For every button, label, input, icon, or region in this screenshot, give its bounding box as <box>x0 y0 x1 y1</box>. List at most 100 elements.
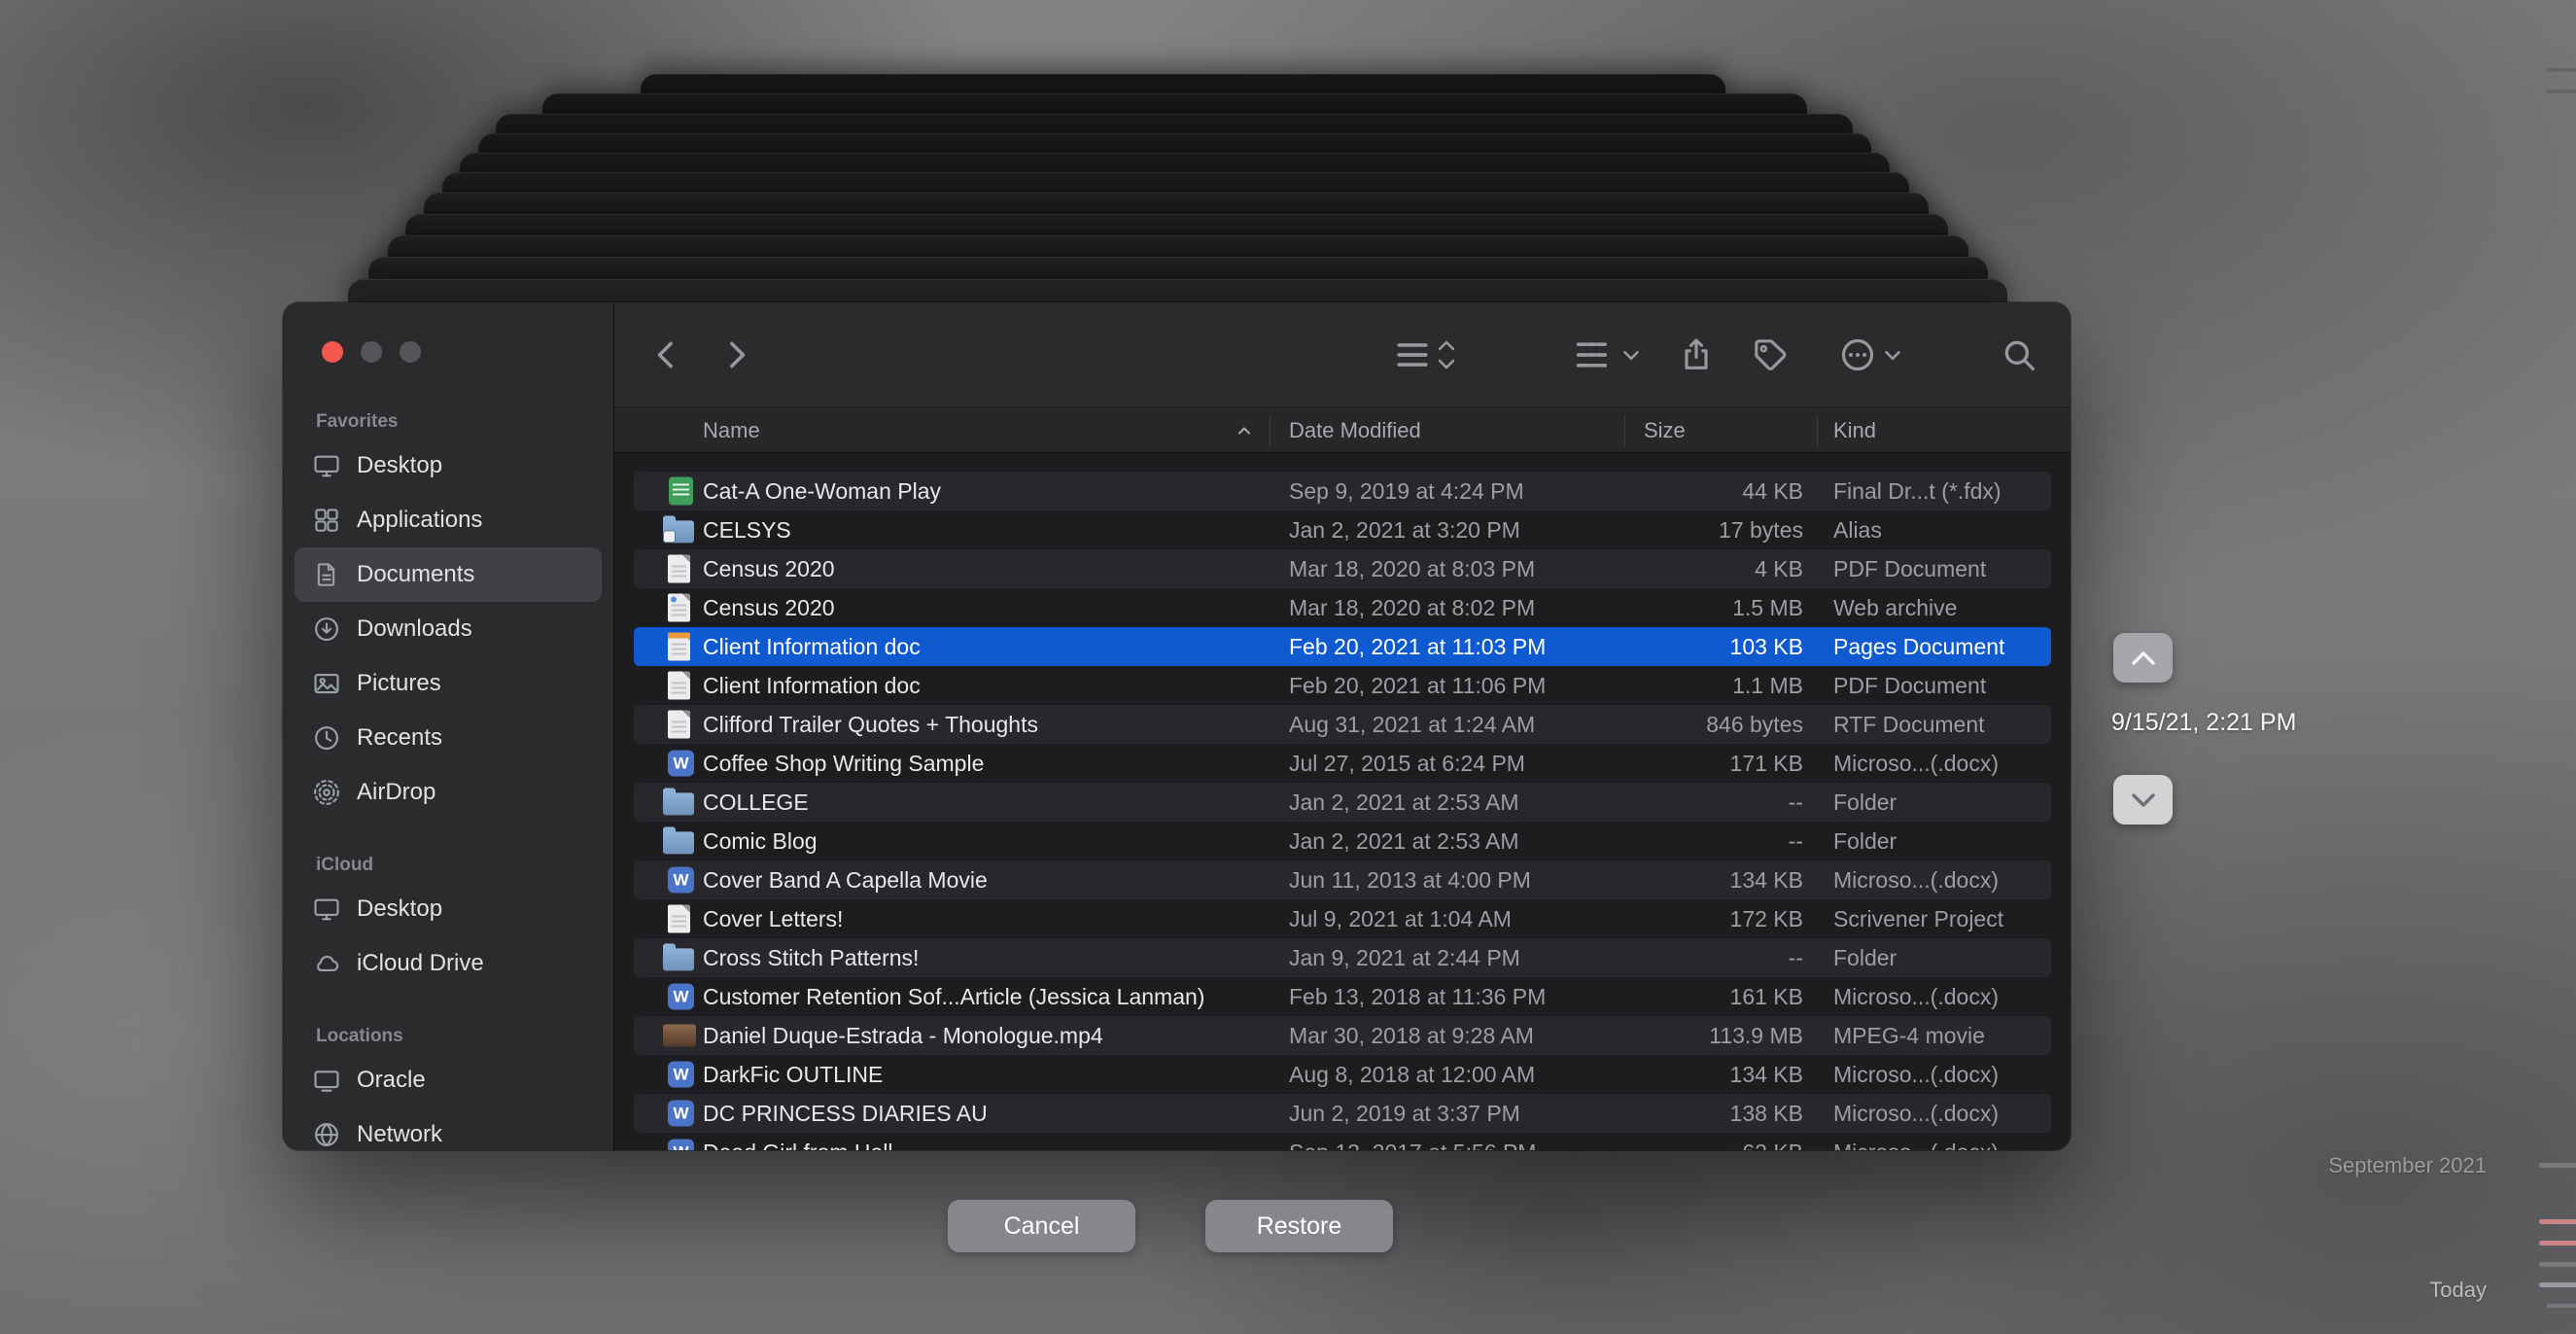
file-row[interactable]: Cover Band A Capella MovieJun 11, 2013 a… <box>634 860 2051 899</box>
view-options-stepper-icon[interactable] <box>1434 334 1459 376</box>
file-date-modified: Jan 2, 2021 at 2:53 AM <box>1289 822 1519 860</box>
sidebar-item-network[interactable]: Network <box>295 1107 602 1150</box>
forward-icon[interactable] <box>716 335 755 374</box>
sidebar-item-airdrop[interactable]: AirDrop <box>295 765 602 820</box>
file-size: 44 KB <box>1606 472 1803 510</box>
more-actions-icon[interactable] <box>1838 335 1877 374</box>
file-row[interactable]: Customer Retention Sof...Article (Jessic… <box>634 977 2051 1016</box>
file-row[interactable]: Daniel Duque-Estrada - Monologue.mp4Mar … <box>634 1016 2051 1055</box>
share-icon[interactable] <box>1677 335 1716 374</box>
timeline-tick[interactable] <box>2539 1219 2576 1224</box>
file-row[interactable]: Client Information docFeb 20, 2021 at 11… <box>634 627 2051 666</box>
cancel-button[interactable]: Cancel <box>948 1200 1135 1252</box>
file-row[interactable]: Census 2020Mar 18, 2020 at 8:03 PM4 KBPD… <box>634 549 2051 588</box>
globe-icon <box>312 1120 341 1149</box>
file-kind: Microso...(.docx) <box>1833 1094 1999 1133</box>
file-row[interactable]: Census 2020Mar 18, 2020 at 8:02 PM1.5 MB… <box>634 588 2051 627</box>
window-controls <box>322 341 421 363</box>
file-kind: RTF Document <box>1833 705 1985 744</box>
timeline-tick[interactable] <box>2547 89 2576 93</box>
recents-icon <box>312 723 341 753</box>
sidebar-item-label: Network <box>357 1121 442 1148</box>
sidebar-item-desktop[interactable]: Desktop <box>295 882 602 936</box>
file-row[interactable]: Client Information doc Feb 20, 2021 at 11… <box>634 666 2051 705</box>
sidebar-item-pictures[interactable]: Pictures <box>295 656 602 711</box>
timeline-back-button[interactable] <box>2113 633 2173 683</box>
file-row[interactable]: Cat-A One-Woman PlaySep 9, 2019 at 4:24 … <box>634 472 2051 510</box>
close-button[interactable] <box>322 341 343 363</box>
timeline-month-label: September 2021 <box>2328 1153 2487 1178</box>
column-header-size[interactable]: Size <box>1644 409 1686 452</box>
word-file-icon <box>668 1062 694 1088</box>
file-row[interactable]: Clifford Trailer Quotes + ThoughtsAug 31… <box>634 705 2051 744</box>
zoom-button <box>400 341 421 363</box>
sidebar-item-documents[interactable]: Documents <box>295 547 602 602</box>
sidebar-item-oracle[interactable]: Oracle <box>295 1053 602 1107</box>
finaldraft-file-icon <box>669 477 693 506</box>
file-kind: MPEG-4 movie <box>1833 1016 1985 1055</box>
file-row[interactable]: Cover Letters!Jul 9, 2021 at 1:04 AM172 … <box>634 899 2051 938</box>
scrivener-file-icon <box>668 905 690 933</box>
column-header-kind[interactable]: Kind <box>1833 409 1876 452</box>
sidebar-item-recents[interactable]: Recents <box>295 711 602 765</box>
list-header: Name Date Modified Size Kind <box>614 408 2071 453</box>
sidebar-item-desktop[interactable]: Desktop <box>295 439 602 493</box>
column-divider[interactable] <box>1624 415 1625 446</box>
file-row[interactable]: Coffee Shop Writing SampleJul 27, 2015 a… <box>634 744 2051 783</box>
pdf-file-icon <box>668 555 690 583</box>
file-row[interactable]: Comic BlogJan 2, 2021 at 2:53 AM--Folder <box>634 822 2051 860</box>
view-options-icon[interactable] <box>1391 334 1434 376</box>
display-icon <box>312 1066 341 1095</box>
cloud-icon <box>312 949 341 978</box>
column-header-name[interactable]: Name <box>703 409 760 452</box>
file-size: 171 KB <box>1606 744 1803 783</box>
search-icon[interactable] <box>2000 335 2038 374</box>
back-icon[interactable] <box>647 335 686 374</box>
column-header-date-modified[interactable]: Date Modified <box>1289 409 1421 452</box>
file-kind: Pages Document <box>1833 627 2004 666</box>
file-size: -- <box>1606 938 1803 977</box>
word-file-icon <box>668 984 694 1010</box>
timeline-tick[interactable] <box>2547 68 2576 72</box>
file-size: 846 bytes <box>1606 705 1803 744</box>
sidebar-item-downloads[interactable]: Downloads <box>295 602 602 656</box>
folder-alias-file-icon <box>663 520 694 543</box>
timeline-tick[interactable] <box>2539 1282 2576 1287</box>
file-row[interactable]: CELSYSJan 2, 2021 at 3:20 PM17 bytesAlia… <box>634 510 2051 549</box>
file-kind: Microso...(.docx) <box>1833 860 1999 899</box>
column-divider[interactable] <box>1270 415 1271 446</box>
word-file-icon <box>668 1101 694 1127</box>
chevron-down-icon <box>2127 786 2160 815</box>
file-kind: PDF Document <box>1833 666 1986 705</box>
timeline-tick[interactable] <box>2539 1262 2576 1267</box>
timeline-today-label: Today <box>2429 1278 2487 1303</box>
file-row[interactable]: DC PRINCESS DIARIES AUJun 2, 2019 at 3:3… <box>634 1094 2051 1133</box>
file-name: Client Information doc <box>703 666 921 705</box>
restore-button[interactable]: Restore <box>1205 1200 1393 1252</box>
timeline-tick[interactable] <box>2539 1163 2576 1168</box>
group-by-icon[interactable] <box>1572 335 1611 374</box>
file-name: Cat-A One-Woman Play <box>703 472 941 510</box>
sidebar-item-label: Desktop <box>357 895 442 923</box>
sidebar-item-label: iCloud Drive <box>357 950 484 977</box>
time-machine-screen: FavoritesDesktopApplicationsDocumentsDow… <box>0 0 2576 1334</box>
applications-icon <box>312 506 341 535</box>
file-date-modified: Feb 20, 2021 at 11:06 PM <box>1289 666 1546 705</box>
sidebar-item-applications[interactable]: Applications <box>295 493 602 547</box>
sidebar-item-icloud-drive[interactable]: iCloud Drive <box>295 936 602 991</box>
file-row[interactable]: COLLEGEJan 2, 2021 at 2:53 AM--Folder <box>634 783 2051 822</box>
timeline-tick[interactable] <box>2539 1241 2576 1246</box>
file-kind: Microso...(.docx) <box>1833 977 1999 1016</box>
file-row[interactable]: DarkFic OUTLINEAug 8, 2018 at 12:00 AM13… <box>634 1055 2051 1094</box>
file-row[interactable]: Dead Girl from HellSep 13, 2017 at 5:56 … <box>634 1133 2051 1150</box>
file-date-modified: Aug 31, 2021 at 1:24 AM <box>1289 705 1535 744</box>
timeline-forward-button[interactable] <box>2113 775 2173 825</box>
tags-icon[interactable] <box>1751 335 1790 374</box>
file-kind: Folder <box>1833 783 1897 822</box>
file-row[interactable]: Cross Stitch Patterns!Jan 9, 2021 at 2:4… <box>634 938 2051 977</box>
timeline-tick[interactable] <box>2547 1304 2576 1308</box>
sidebar-item-label: Pictures <box>357 670 441 697</box>
file-list: Cat-A One-Woman PlaySep 9, 2019 at 4:24 … <box>614 453 2071 1150</box>
file-name: COLLEGE <box>703 783 809 822</box>
column-divider[interactable] <box>1817 415 1818 446</box>
